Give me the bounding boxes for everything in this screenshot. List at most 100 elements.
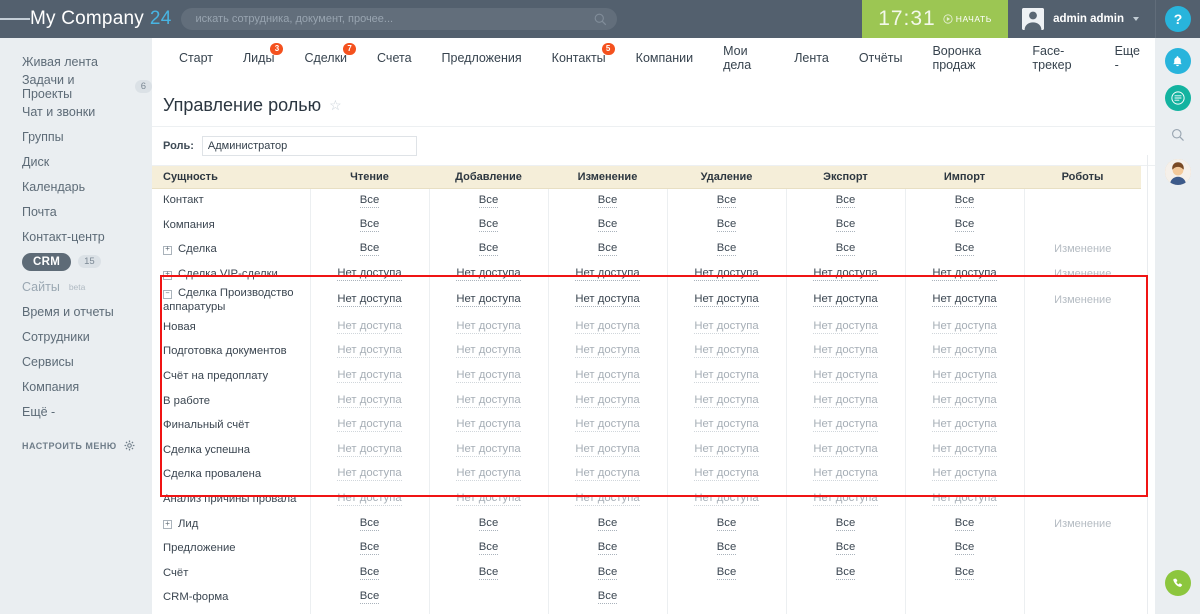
tab-quotes[interactable]: Предложения [427, 38, 537, 78]
permission-value[interactable]: Все [359, 590, 380, 605]
permission-value[interactable]: Все [597, 590, 618, 605]
permission-value[interactable]: Все [359, 218, 380, 232]
permission-value[interactable]: Нет доступа [694, 492, 759, 507]
permission-value[interactable]: Все [716, 566, 737, 580]
help-button[interactable]: ? [1165, 6, 1191, 32]
permission-value[interactable]: Нет доступа [575, 443, 640, 457]
permission-value[interactable]: Нет доступа [337, 293, 402, 308]
expand-icon[interactable]: + [163, 245, 172, 255]
permission-value[interactable]: Нет доступа [575, 267, 640, 282]
collapse-icon[interactable]: – [163, 289, 172, 299]
sidebar-item-groups[interactable]: Группы [0, 125, 152, 148]
permission-value[interactable]: Все [478, 541, 499, 556]
expand-icon[interactable]: + [163, 520, 172, 530]
permission-value[interactable]: Нет доступа [337, 394, 402, 408]
avatar[interactable] [1164, 159, 1191, 185]
permission-value[interactable]: Нет доступа [694, 267, 759, 282]
permission-value[interactable]: Нет доступа [694, 443, 759, 457]
permission-value[interactable]: Нет доступа [694, 418, 759, 433]
permission-value[interactable]: Все [835, 194, 856, 208]
permission-value[interactable]: Все [716, 517, 737, 531]
permission-value[interactable]: Нет доступа [337, 320, 402, 334]
permission-value[interactable]: Все [954, 242, 975, 257]
permission-value[interactable]: Все [835, 218, 856, 232]
tab-sales-funnel[interactable]: Воронка продаж [917, 38, 1017, 78]
tab-more[interactable]: Еще - [1100, 38, 1155, 78]
tab-leads[interactable]: Лиды 3 [228, 38, 289, 78]
permission-value[interactable]: Нет доступа [694, 320, 759, 334]
sidebar-item-employees[interactable]: Сотрудники [0, 325, 152, 348]
sidebar-item-mail[interactable]: Почта [0, 200, 152, 223]
permission-value[interactable]: Все [954, 218, 975, 232]
search-icon[interactable] [1165, 122, 1191, 148]
company-logo[interactable]: My Company 24 [30, 0, 181, 38]
permission-value[interactable]: Нет доступа [813, 443, 878, 457]
permission-value[interactable]: Все [597, 194, 618, 208]
permission-value[interactable]: Нет доступа [813, 467, 878, 482]
permission-value[interactable]: Все [359, 517, 380, 531]
permission-value[interactable]: Все [954, 566, 975, 580]
permission-value[interactable]: Нет доступа [932, 418, 997, 433]
permission-value[interactable]: Нет доступа [813, 267, 878, 282]
permission-value[interactable]: Нет доступа [694, 467, 759, 482]
chat-icon[interactable] [1164, 85, 1191, 111]
tab-contacts[interactable]: Контакты 5 [537, 38, 621, 78]
sidebar-item-time-reports[interactable]: Время и отчеты [0, 300, 152, 323]
permission-value[interactable]: Нет доступа [813, 418, 878, 433]
permission-value[interactable]: Все [478, 194, 499, 208]
permission-value[interactable]: Все [478, 566, 499, 580]
permission-value[interactable]: Все [716, 541, 737, 556]
permission-value[interactable]: Нет доступа [932, 293, 997, 308]
sidebar-item-disk[interactable]: Диск [0, 150, 152, 173]
permission-value[interactable]: Нет доступа [456, 320, 521, 334]
bell-icon[interactable] [1164, 48, 1191, 74]
permission-value[interactable]: Нет доступа [694, 394, 759, 408]
permission-value[interactable]: Нет доступа [575, 293, 640, 308]
expand-icon[interactable]: + [163, 270, 172, 280]
sidebar-item-contact-center[interactable]: Контакт-центр [0, 225, 152, 248]
search-input[interactable] [195, 13, 595, 25]
permission-value[interactable]: Нет доступа [337, 344, 402, 359]
permission-value[interactable]: Нет доступа [456, 369, 521, 384]
permission-value[interactable]: Нет доступа [456, 467, 521, 482]
sidebar-item-tasks[interactable]: Задачи и Проекты 6 [0, 73, 152, 101]
tab-start[interactable]: Старт [164, 38, 228, 78]
permission-value[interactable]: Нет доступа [813, 394, 878, 408]
sidebar-item-sites[interactable]: Сайты beta [0, 275, 152, 298]
permission-value[interactable]: Все [359, 242, 380, 257]
permission-value[interactable]: Все [597, 566, 618, 580]
permission-value[interactable]: Нет доступа [575, 344, 640, 359]
permission-value[interactable]: Нет доступа [456, 344, 521, 359]
chevron-down-icon[interactable] [1133, 17, 1139, 21]
sidebar-item-company[interactable]: Компания [0, 375, 152, 398]
star-icon[interactable]: ☆ [329, 97, 342, 114]
tab-feed[interactable]: Лента [779, 38, 844, 78]
permission-value[interactable]: Все [954, 194, 975, 208]
permission-value[interactable]: Нет доступа [932, 320, 997, 334]
sidebar-item-calendar[interactable]: Календарь [0, 175, 152, 198]
permission-value[interactable]: Нет доступа [813, 320, 878, 334]
tab-face-tracker[interactable]: Face-трекер [1017, 38, 1099, 78]
role-input[interactable] [201, 136, 417, 156]
search-icon[interactable] [594, 13, 607, 26]
permission-value[interactable]: Все [835, 566, 856, 580]
sidebar-item-chat[interactable]: Чат и звонки [0, 100, 152, 123]
permission-value[interactable]: Нет доступа [813, 344, 878, 359]
work-timer[interactable]: 17:31 НАЧАТЬ [862, 0, 1009, 38]
global-search[interactable] [181, 8, 618, 30]
tab-companies[interactable]: Компании [621, 38, 708, 78]
sidebar-item-services[interactable]: Сервисы [0, 350, 152, 373]
permission-value[interactable]: Нет доступа [813, 369, 878, 384]
gear-icon[interactable] [124, 440, 135, 451]
permission-value[interactable]: Нет доступа [337, 267, 402, 282]
permission-value[interactable]: Все [359, 541, 380, 556]
tab-deals[interactable]: Сделки 7 [289, 38, 362, 78]
permission-value[interactable]: Нет доступа [456, 394, 521, 408]
permission-value[interactable]: Нет доступа [813, 293, 878, 308]
permission-value[interactable]: Все [716, 218, 737, 232]
permission-value[interactable]: Нет доступа [456, 443, 521, 457]
permission-value[interactable]: Нет доступа [456, 418, 521, 433]
permission-value[interactable]: Нет доступа [456, 492, 521, 507]
permission-value[interactable]: Нет доступа [813, 492, 878, 507]
sidebar-item-crm[interactable]: CRM 15 [0, 250, 152, 273]
